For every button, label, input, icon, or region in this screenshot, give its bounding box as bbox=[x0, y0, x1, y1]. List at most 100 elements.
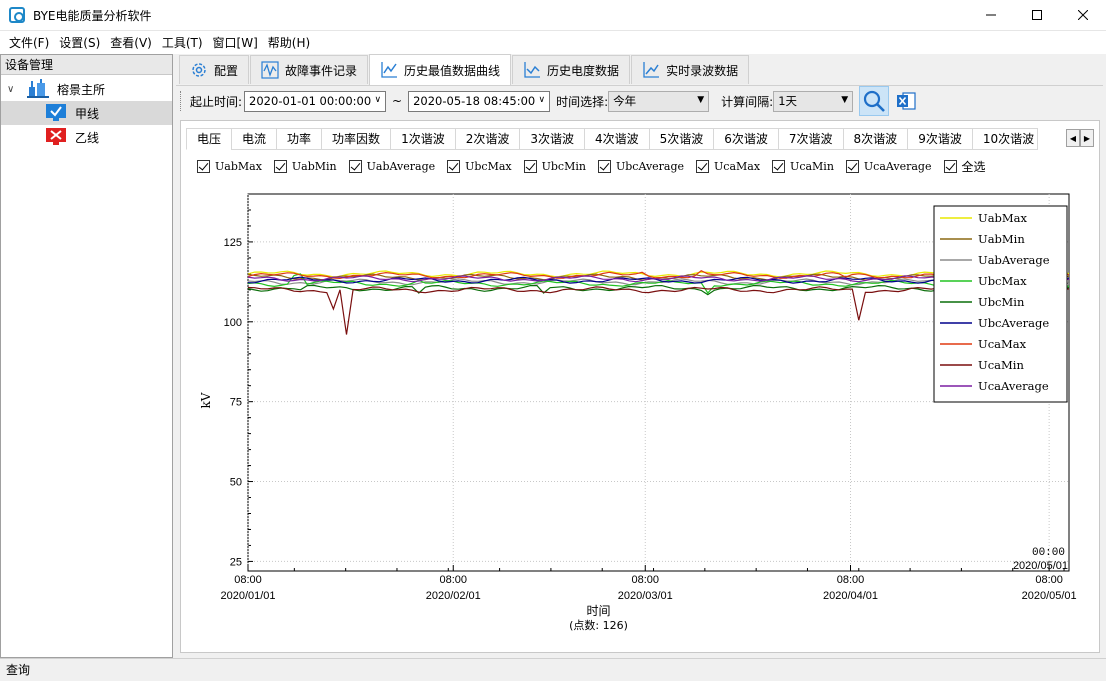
tab-history-energy-label: 历史电度数据 bbox=[547, 63, 620, 78]
subtab-harmonic-9[interactable]: 9次谐波 bbox=[907, 128, 973, 150]
tree-node-line-b[interactable]: 乙线 bbox=[1, 125, 172, 149]
legend-label: UcaMin bbox=[978, 358, 1024, 372]
checkbox-ubcaverage[interactable]: UbcAverage bbox=[597, 159, 684, 173]
legend-label: UbcAverage bbox=[978, 316, 1049, 330]
menu-file[interactable]: 文件(F) bbox=[4, 34, 54, 51]
triangle-down-icon: ▼ bbox=[841, 94, 849, 105]
minimize-button[interactable] bbox=[968, 0, 1014, 30]
checkbox-uabmax[interactable]: UabMax bbox=[197, 159, 262, 173]
status-bar: 查询 bbox=[0, 658, 1106, 681]
checkbox-checked-icon[interactable] bbox=[597, 159, 611, 173]
checkbox-checked-icon[interactable] bbox=[523, 159, 537, 173]
time-select-label: 时间选择: bbox=[556, 94, 609, 109]
x-tick-date: 2020/03/01 bbox=[618, 590, 673, 602]
tab-realtime-wave[interactable]: 实时录波数据 bbox=[631, 55, 750, 84]
scroll-right-button[interactable]: ▶ bbox=[1080, 129, 1094, 147]
device-panel-header: 设备管理 bbox=[1, 55, 172, 75]
interval-value: 1天 bbox=[778, 94, 798, 108]
checkbox-checked-icon[interactable] bbox=[197, 159, 210, 173]
x-tick-time: 08:00 bbox=[234, 574, 262, 586]
toolbar-grip[interactable] bbox=[180, 91, 182, 111]
close-button[interactable] bbox=[1060, 0, 1106, 30]
tree-node-station[interactable]: ∨ 榕景主所 bbox=[1, 77, 172, 101]
checkbox-uabmin[interactable]: UabMin bbox=[273, 159, 337, 173]
tab-config[interactable]: 配置 bbox=[179, 55, 250, 84]
subtab-harmonic-5[interactable]: 5次谐波 bbox=[648, 128, 715, 150]
subtab-voltage[interactable]: 电压 bbox=[186, 128, 233, 150]
maximize-icon bbox=[1032, 10, 1042, 20]
tab-history-extreme[interactable]: 历史最值数据曲线 bbox=[369, 54, 512, 85]
checkbox-uabaverage[interactable]: UabAverage bbox=[348, 159, 435, 173]
legend-label: UcaMax bbox=[978, 337, 1027, 351]
checkbox-checked-icon[interactable] bbox=[696, 159, 710, 173]
query-button[interactable] bbox=[859, 86, 890, 116]
x-tick-time: 08:00 bbox=[837, 574, 865, 586]
legend-label: UabMax bbox=[978, 211, 1028, 225]
checkbox-checked-icon[interactable] bbox=[273, 159, 287, 173]
menu-tools[interactable]: 工具(T) bbox=[157, 34, 208, 51]
y-tick-label: 100 bbox=[224, 317, 242, 329]
tab-history-energy[interactable]: 历史电度数据 bbox=[512, 55, 631, 84]
x-tick-date: 2020/04/01 bbox=[823, 590, 878, 602]
checkbox-label: UcaMin bbox=[790, 159, 834, 173]
subtab-power-factor[interactable]: 功率因数 bbox=[321, 128, 392, 150]
start-time-value: 2020-01-01 00:00:00 bbox=[249, 94, 372, 108]
menu-view[interactable]: 查看(V) bbox=[105, 34, 157, 51]
checkbox-checked-icon[interactable] bbox=[447, 159, 461, 173]
x-tick-time: 08:00 bbox=[631, 574, 659, 586]
checkbox-checked-icon[interactable] bbox=[943, 159, 957, 173]
search-icon bbox=[864, 90, 886, 112]
range-separator: ~ bbox=[392, 94, 403, 108]
y-tick-label: 75 bbox=[230, 397, 242, 409]
subtab-harmonic-10[interactable]: 10次谐波 bbox=[971, 128, 1038, 150]
checkbox-ubcmax[interactable]: UbcMax bbox=[447, 159, 512, 173]
checkbox-select-all[interactable]: 全选 bbox=[943, 158, 986, 175]
collapse-icon[interactable]: ∨ bbox=[7, 84, 21, 95]
subtab-current[interactable]: 电流 bbox=[231, 128, 278, 150]
tab-config-label: 配置 bbox=[214, 63, 239, 78]
subtab-harmonic-6[interactable]: 6次谐波 bbox=[713, 128, 779, 150]
chart-svg[interactable]: 25 50 75 100 125 08:00 2020/01/01 08:00 2020/02/… bbox=[186, 180, 1096, 640]
line-chart-icon bbox=[381, 62, 398, 78]
corner-time-label: 00:00 bbox=[1032, 547, 1065, 559]
checkbox-checked-icon[interactable] bbox=[772, 159, 786, 173]
trend-icon bbox=[643, 62, 660, 78]
maximize-button[interactable] bbox=[1014, 0, 1060, 30]
checkbox-ucaaverage[interactable]: UcaAverage bbox=[845, 159, 932, 173]
menu-settings[interactable]: 设置(S) bbox=[54, 34, 105, 51]
voltage-chart[interactable]: 25 50 75 100 125 08:00 2020/01/01 08:00 2020/02/… bbox=[186, 180, 1096, 640]
checkbox-ucamin[interactable]: UcaMin bbox=[772, 159, 834, 173]
app-icon bbox=[9, 7, 25, 23]
checkbox-ubcmin[interactable]: UbcMin bbox=[523, 159, 586, 173]
checkbox-ucamax[interactable]: UcaMax bbox=[696, 159, 760, 173]
tab-fault-events[interactable]: 故障事件记录 bbox=[250, 55, 369, 84]
checkbox-checked-icon[interactable] bbox=[348, 159, 362, 173]
menu-window[interactable]: 窗口[W] bbox=[208, 34, 263, 51]
interval-dropdown[interactable]: 1天 ▼ bbox=[773, 90, 854, 112]
menu-help[interactable]: 帮助(H) bbox=[263, 34, 315, 51]
subtab-harmonic-8[interactable]: 8次谐波 bbox=[842, 128, 909, 150]
filter-toolbar: 起止时间: 2020-01-01 00:00:00 ∨ ~ 2020-05-18… bbox=[180, 86, 921, 116]
subtab-harmonic-7[interactable]: 7次谐波 bbox=[777, 128, 844, 150]
subtab-harmonic-4[interactable]: 4次谐波 bbox=[583, 128, 650, 150]
gear-icon bbox=[192, 63, 206, 77]
checkbox-checked-icon[interactable] bbox=[845, 159, 859, 173]
tree-node-line-a[interactable]: 甲线 bbox=[1, 101, 172, 125]
scroll-left-button[interactable]: ◀ bbox=[1066, 129, 1080, 147]
tree-node-station-label: 榕景主所 bbox=[57, 82, 106, 97]
subtab-power[interactable]: 功率 bbox=[276, 128, 323, 150]
time-range-label: 起止时间: bbox=[190, 94, 243, 109]
end-time-picker[interactable]: 2020-05-18 08:45:00 ∨ bbox=[408, 90, 551, 112]
time-select-dropdown[interactable]: 今年 ▼ bbox=[608, 90, 710, 112]
checkbox-label: UbcMax bbox=[465, 159, 512, 173]
legend-label: UcaAverage bbox=[978, 379, 1049, 393]
subtab-harmonic-3[interactable]: 3次谐波 bbox=[519, 128, 585, 150]
legend-label: UabMin bbox=[978, 232, 1025, 246]
start-time-picker[interactable]: 2020-01-01 00:00:00 ∨ bbox=[244, 90, 387, 112]
tree-node-line-b-label: 乙线 bbox=[75, 130, 100, 145]
tab-history-extreme-label: 历史最值数据曲线 bbox=[404, 63, 501, 78]
subtab-harmonic-1[interactable]: 1次谐波 bbox=[390, 128, 456, 150]
subtab-harmonic-2[interactable]: 2次谐波 bbox=[454, 128, 521, 150]
end-time-value: 2020-05-18 08:45:00 bbox=[413, 94, 536, 108]
export-excel-button[interactable] bbox=[891, 86, 921, 116]
